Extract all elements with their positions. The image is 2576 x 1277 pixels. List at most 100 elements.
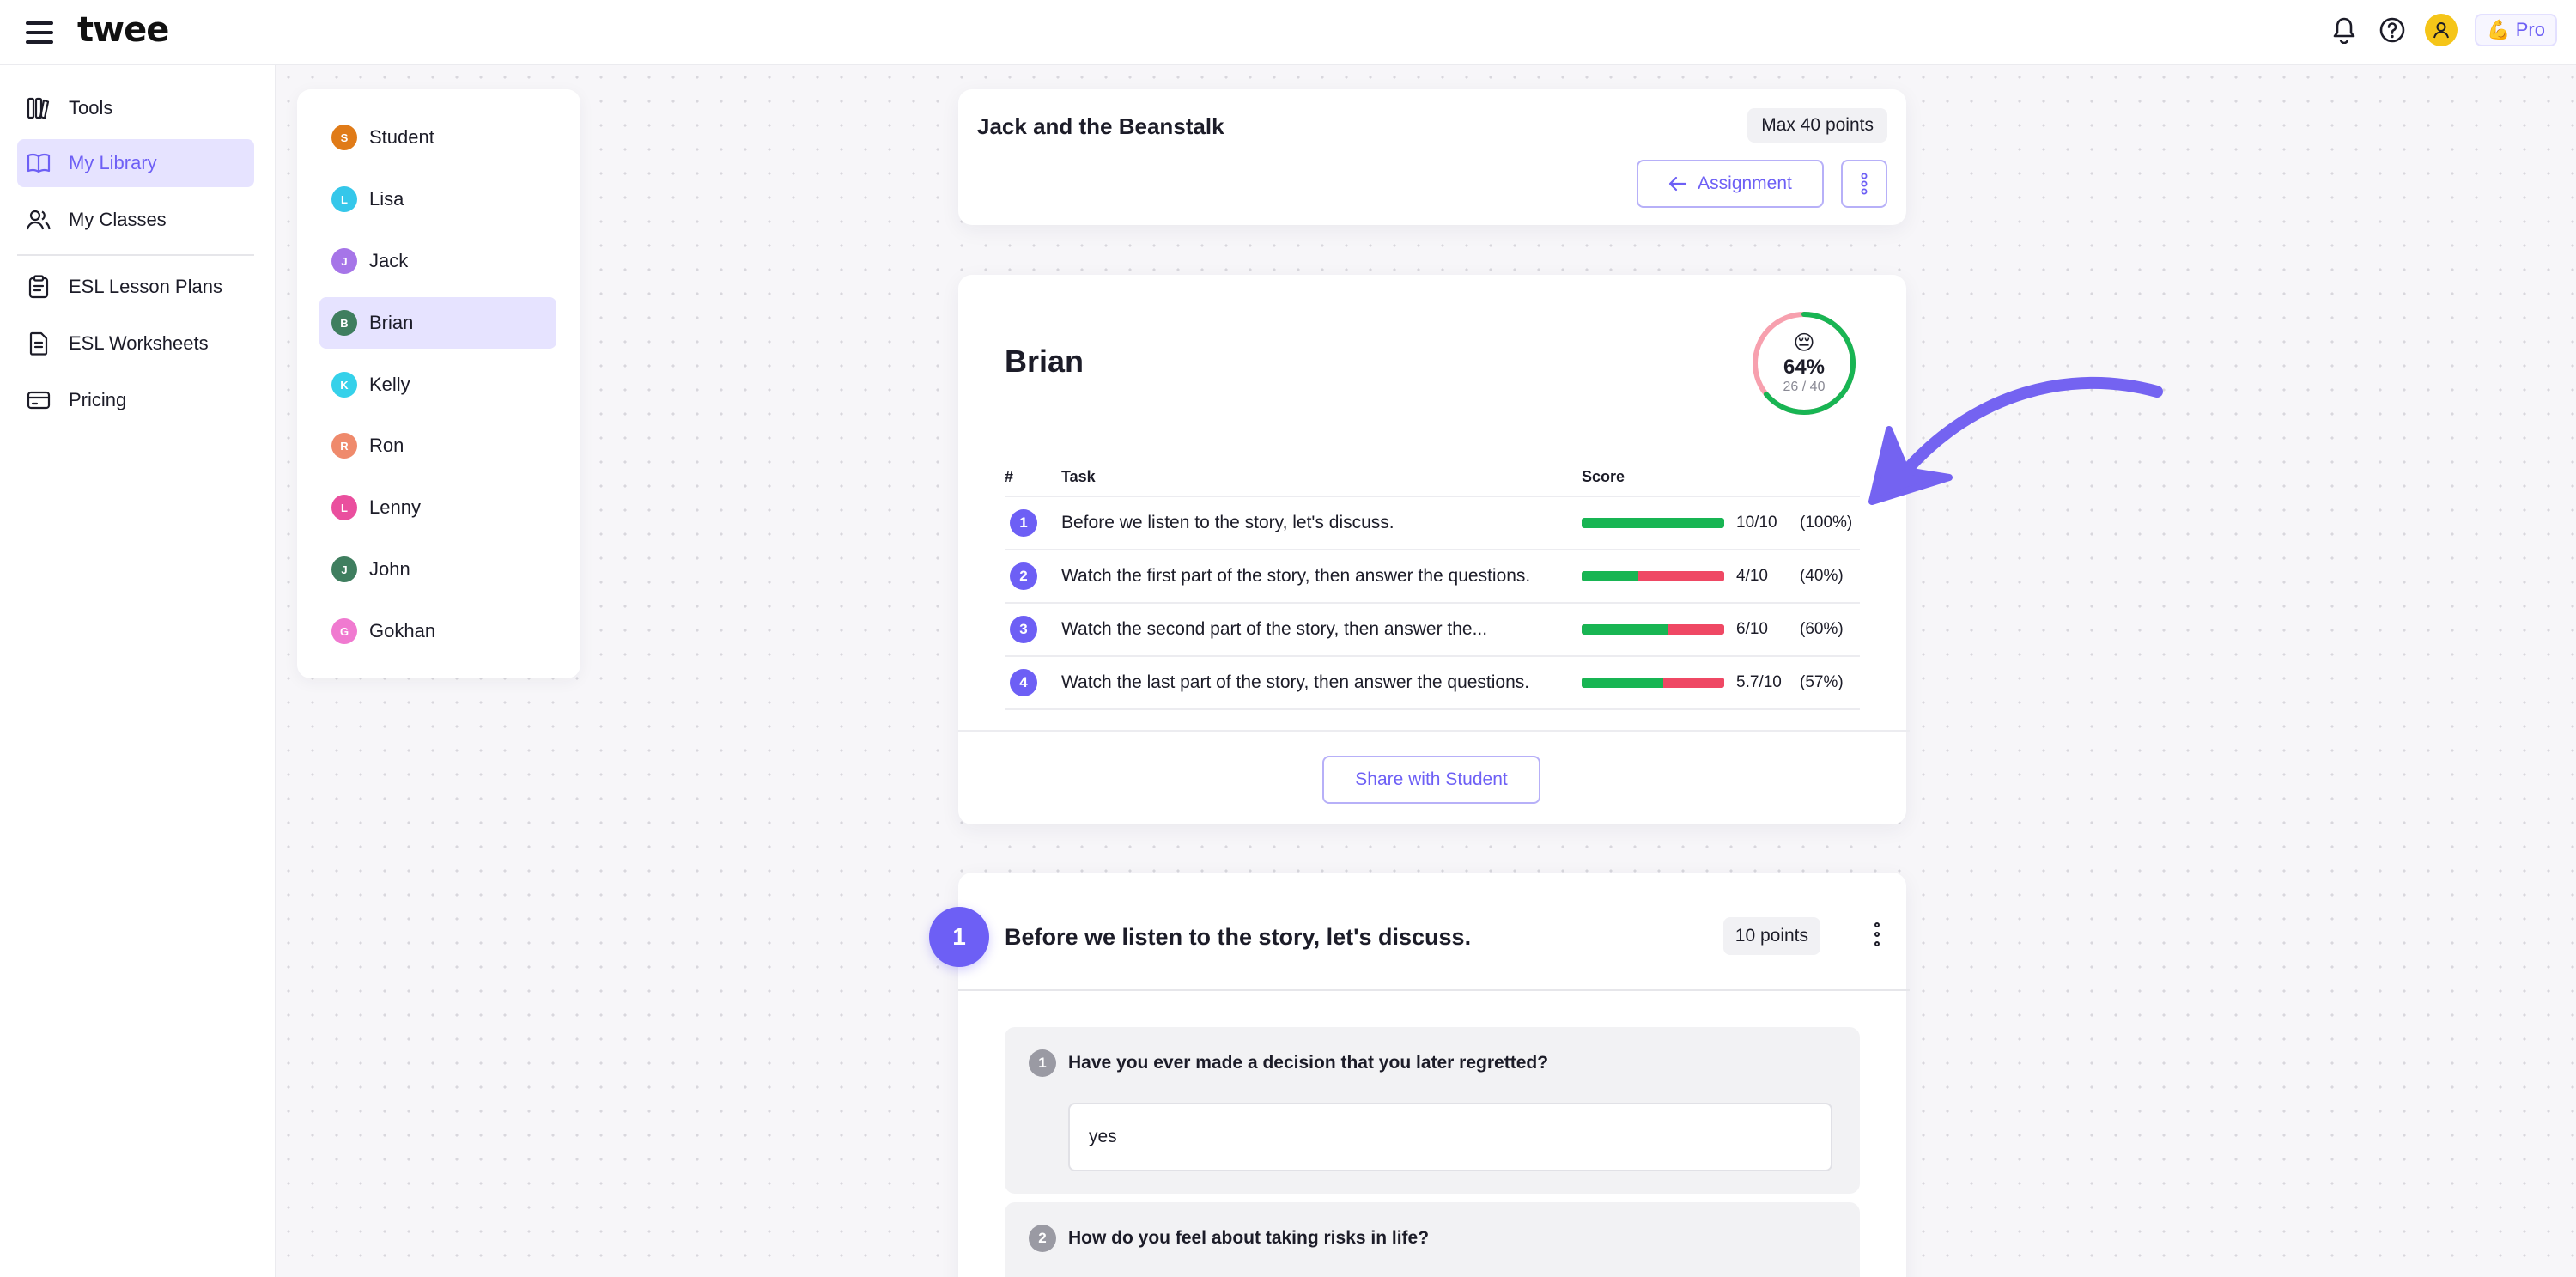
pro-badge[interactable]: 💪 Pro	[2475, 14, 2557, 46]
library-icon	[27, 153, 51, 173]
max-points-badge: Max 40 points	[1747, 108, 1887, 143]
score-value: 5.7/10	[1736, 673, 1782, 691]
student-avatar: L	[331, 186, 357, 212]
lesson-plans-icon	[28, 275, 49, 299]
student-avatar: J	[331, 556, 357, 582]
more-vertical-icon	[1861, 173, 1868, 195]
question-number: 2	[1029, 1225, 1056, 1252]
table-row[interactable]: 3 Watch the second part of the story, th…	[1005, 603, 1860, 657]
question-text: How do you feel about taking risks in li…	[1068, 1228, 1430, 1248]
student-name: Kelly	[369, 374, 410, 395]
task-name: Watch the last part of the story, then a…	[1061, 656, 1582, 710]
score-bar	[1582, 678, 1724, 688]
pricing-icon	[27, 391, 51, 410]
assignment-button-label: Assignment	[1698, 173, 1792, 193]
annotation-arrow-icon	[1868, 376, 2163, 505]
score-percent-value: (40%)	[1800, 567, 1844, 585]
table-row[interactable]: 2 Watch the first part of the story, the…	[1005, 550, 1860, 604]
notifications-icon[interactable]	[2329, 15, 2360, 46]
question-box: 2 How do you feel about taking risks in …	[1005, 1202, 1860, 1277]
app-logo[interactable]: twee	[77, 10, 169, 50]
task-number: 2	[1010, 562, 1037, 590]
user-avatar-icon[interactable]	[2425, 14, 2458, 46]
task-name: Watch the first part of the story, then …	[1061, 550, 1582, 604]
task-divider	[958, 989, 1910, 991]
arrow-left-icon	[1669, 176, 1687, 192]
menu-icon[interactable]	[26, 21, 53, 44]
card-divider	[958, 730, 1910, 732]
table-row[interactable]: 1 Before we listen to the story, let's d…	[1005, 496, 1860, 550]
tools-icon	[27, 97, 50, 119]
student-item-ron[interactable]: R Ron	[319, 420, 556, 471]
student-avatar: K	[331, 372, 357, 398]
task-section-card: Before we listen to the story, let's dis…	[958, 873, 1910, 1277]
share-button-label: Share with Student	[1355, 769, 1508, 789]
task-number-badge: 1	[929, 907, 989, 967]
score-points: 26 / 40	[1783, 380, 1826, 394]
score-bar	[1582, 624, 1724, 635]
score-bar	[1582, 518, 1724, 528]
sidebar-divider	[17, 254, 254, 256]
sidebar-item-my-classes[interactable]: My Classes	[17, 196, 254, 244]
task-score-table: # Task Score 1 Before we listen to the s…	[1005, 459, 1860, 710]
student-name: Brian	[369, 312, 414, 333]
score-percent: 64%	[1783, 356, 1826, 379]
assignment-button[interactable]: Assignment	[1637, 160, 1824, 208]
task-name: Before we listen to the story, let's dis…	[1061, 496, 1582, 550]
student-item-lenny[interactable]: L Lenny	[319, 482, 556, 533]
sidebar-item-label: Pricing	[69, 389, 127, 410]
more-vertical-icon[interactable]	[1872, 922, 1882, 946]
student-item-kelly[interactable]: K Kelly	[319, 359, 556, 410]
assignment-title: Jack and the Beanstalk	[977, 113, 1224, 139]
student-name: Lenny	[369, 496, 421, 518]
sidebar-item-my-library[interactable]: My Library	[17, 139, 254, 187]
student-name: Ron	[369, 435, 404, 456]
help-icon[interactable]	[2377, 15, 2408, 46]
student-item-gokhan[interactable]: G Gokhan	[319, 605, 556, 657]
sidebar: Tools My Library My Classes ESL Lesson P…	[0, 65, 276, 1277]
table-header-row: # Task Score	[1005, 459, 1860, 497]
sidebar-item-tools[interactable]: Tools	[17, 84, 254, 132]
score-value: 4/10	[1736, 567, 1768, 585]
task-number: 3	[1010, 616, 1037, 643]
table-row[interactable]: 4 Watch the last part of the story, then…	[1005, 656, 1860, 710]
student-list: S Student L Lisa J Jack B Brian K Kelly …	[297, 89, 580, 678]
sidebar-item-esl-worksheets[interactable]: ESL Worksheets	[17, 319, 254, 368]
score-bar	[1582, 571, 1724, 581]
student-item-jack[interactable]: J Jack	[319, 235, 556, 287]
top-bar: twee 💪 Pro	[0, 0, 2576, 65]
assignment-menu-button[interactable]	[1841, 160, 1887, 208]
score-percent-value: (57%)	[1800, 673, 1844, 691]
column-header-task: Task	[1061, 459, 1582, 497]
student-name: John	[369, 558, 410, 580]
sidebar-item-label: My Library	[69, 152, 157, 173]
sidebar-item-label: Tools	[69, 97, 113, 119]
sidebar-item-pricing[interactable]: Pricing	[17, 376, 254, 424]
classes-icon	[26, 210, 51, 230]
task-number: 4	[1010, 669, 1037, 696]
student-avatar: G	[331, 618, 357, 644]
column-header-score: Score	[1582, 459, 1860, 497]
sidebar-item-esl-lesson-plans[interactable]: ESL Lesson Plans	[17, 263, 254, 311]
question-number: 1	[1029, 1049, 1056, 1077]
student-name: Lisa	[369, 188, 404, 210]
student-item-john[interactable]: J John	[319, 544, 556, 595]
sidebar-item-label: ESL Worksheets	[69, 332, 209, 354]
student-item-student[interactable]: S Student	[319, 112, 556, 163]
sidebar-item-label: My Classes	[69, 209, 167, 230]
score-ring: 😔 64% 26 / 40	[1750, 309, 1858, 417]
student-name: Jack	[369, 250, 409, 271]
question-box: 1 Have you ever made a decision that you…	[1005, 1027, 1860, 1194]
student-name: Gokhan	[369, 620, 436, 642]
student-name: Student	[369, 126, 434, 148]
share-with-student-button[interactable]: Share with Student	[1322, 756, 1540, 804]
student-result-card: Brian 😔 64% 26 / 40 # Task Score 1 Befor…	[958, 275, 1910, 824]
student-item-brian[interactable]: B Brian	[319, 297, 556, 349]
student-avatar: L	[331, 495, 357, 520]
student-avatar: B	[331, 310, 357, 336]
question-text: Have you ever made a decision that you l…	[1068, 1053, 1549, 1073]
student-item-lisa[interactable]: L Lisa	[319, 173, 556, 225]
top-actions: 💪 Pro	[2329, 14, 2557, 46]
answer-field[interactable]: yes	[1068, 1103, 1832, 1171]
student-avatar: R	[331, 433, 357, 459]
